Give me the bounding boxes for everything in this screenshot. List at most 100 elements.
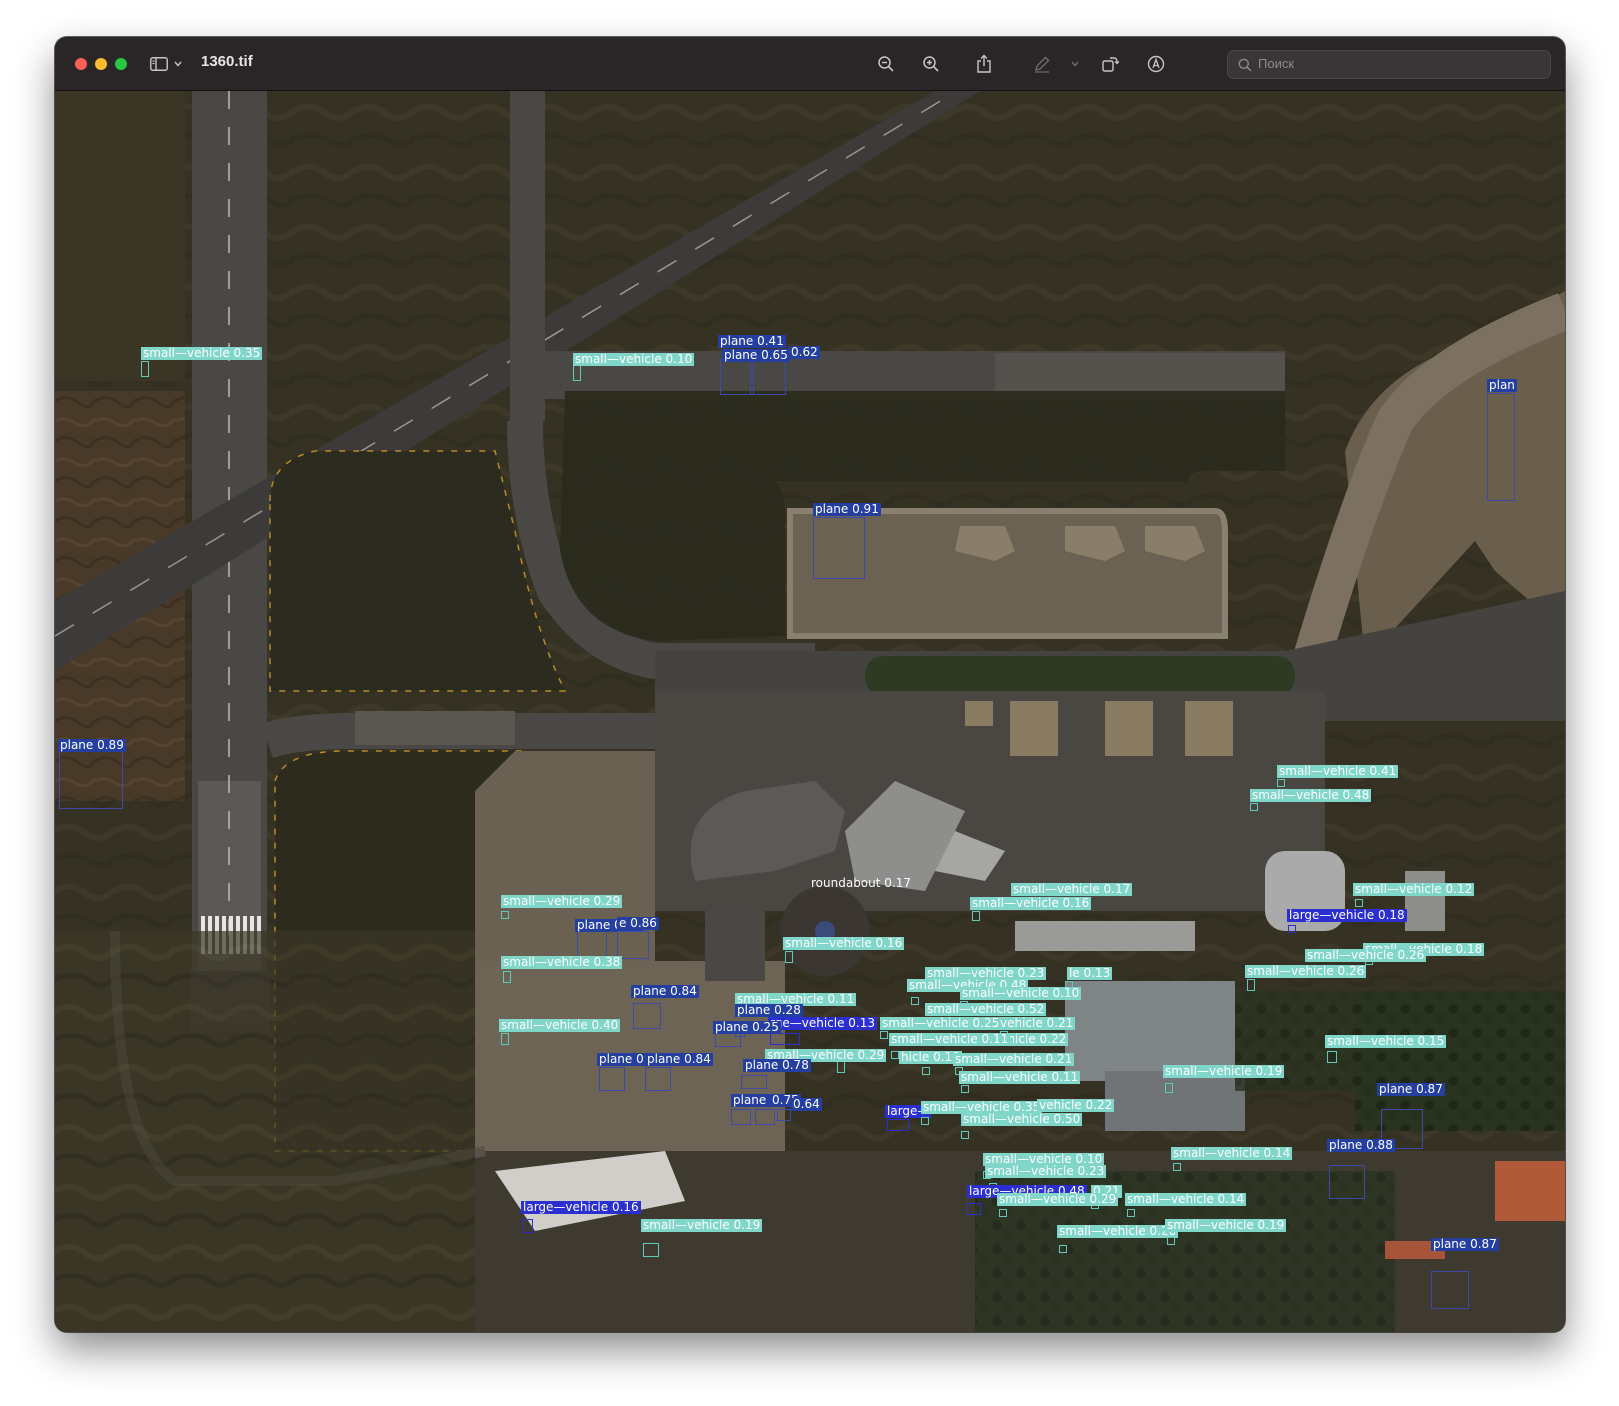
small-vehicle-detection-box: [891, 1051, 899, 1059]
plane-detection-label: 0.62: [789, 345, 820, 359]
small-vehicle-detection-label: small—vehicle 0.19: [1165, 1218, 1287, 1232]
small-vehicle-detection-label: small—vehicle 0.17: [1011, 882, 1133, 896]
zoom-window-button[interactable]: [115, 58, 127, 70]
small-vehicle-detection-label: small—vehicle 0.16: [970, 896, 1092, 910]
title-bar: 1360.tif Поиск: [55, 37, 1565, 91]
small-vehicle-detection-label: small—vehicle 0.11: [889, 1032, 1011, 1046]
small-vehicle-detection-box: [837, 1061, 845, 1073]
small-vehicle-detection-box: [785, 951, 793, 963]
small-vehicle-detection-box: [1127, 1209, 1135, 1217]
plane-detection-box: [720, 359, 754, 395]
plane-detection-box: [1329, 1165, 1365, 1199]
plane-detection-box: [617, 931, 649, 959]
small-vehicle-detection-label: small—vehicle 0.48: [1250, 788, 1372, 802]
annotate-icon[interactable]: [1145, 52, 1167, 76]
small-vehicle-detection-label: small—vehicle 0.19: [641, 1218, 763, 1232]
plane-detection-label: plane 0.89: [58, 738, 126, 752]
plane-detection-label: plane 0: [597, 1052, 646, 1066]
small-vehicle-detection-label: small—vehicle 0.35: [141, 346, 263, 360]
plane-detection-label: plane 0.87: [1431, 1237, 1499, 1251]
plane-detection-label: plane 0.78: [743, 1058, 811, 1072]
close-window-button[interactable]: [75, 58, 87, 70]
plane-detection-box: [750, 359, 786, 395]
small-vehicle-detection-box: [961, 1085, 969, 1093]
small-vehicle-detection-label: vehicle 0.22: [1037, 1098, 1115, 1112]
small-vehicle-detection-label: small—vehicle 0.26: [1245, 964, 1367, 978]
small-vehicle-detection-label: small—vehicle 0.15: [1325, 1034, 1447, 1048]
large-vehicle-detection-box: [887, 1119, 909, 1131]
search-icon: [1238, 57, 1252, 76]
small-vehicle-detection-label: small—vehicle 0.12: [1353, 882, 1475, 896]
plane-detection-label: plane 0.91: [813, 502, 881, 516]
small-vehicle-detection-box: [141, 361, 149, 377]
small-vehicle-detection-label: small—vehicle 0.19: [1163, 1064, 1285, 1078]
plane-detection-label: plane 0.88: [1327, 1138, 1395, 1152]
plane-detection-label: plane 0.65: [722, 348, 790, 362]
small-vehicle-detection-label: small—vehicle 0.50: [961, 1112, 1083, 1126]
small-vehicle-detection-box: [922, 1067, 930, 1075]
zoom-in-icon[interactable]: [920, 52, 942, 76]
small-vehicle-detection-box: [1247, 979, 1255, 991]
small-vehicle-detection-label: small—vehicle 0.38: [501, 955, 623, 969]
small-vehicle-detection-label: small—vehicle 0.52: [925, 1002, 1047, 1016]
rotate-icon[interactable]: [1099, 52, 1121, 76]
small-vehicle-detection-label: vehicle 0.21: [998, 1016, 1076, 1030]
small-vehicle-detection-box: [961, 1131, 969, 1139]
plane-detection-label: plane 0.41: [718, 334, 786, 348]
plane-detection-box: [741, 1075, 767, 1089]
small-vehicle-detection-label: small—vehicle 0.20: [1057, 1224, 1179, 1238]
small-vehicle-detection-box: [1059, 1245, 1067, 1253]
small-vehicle-detection-label: small—vehicle 0.41: [1277, 764, 1399, 778]
small-vehicle-detection-label: small—vehicle 0.26: [1305, 948, 1427, 962]
plane-detection-label: 0.64: [791, 1097, 822, 1111]
small-vehicle-detection-label: le 0.13: [1067, 966, 1113, 980]
plane-detection-label: plane 0.25: [713, 1020, 781, 1034]
plane-detection-box: [777, 1109, 791, 1121]
small-vehicle-detection-label: small—vehicle 0.10: [573, 352, 695, 366]
small-vehicle-detection-box: [1173, 1163, 1181, 1171]
plane-detection-box: [633, 1003, 661, 1029]
search-placeholder: Поиск: [1258, 56, 1295, 71]
plane-detection-label: e 0.86: [617, 916, 659, 930]
markup-pen-icon[interactable]: [1031, 52, 1053, 76]
small-vehicle-detection-label: small—vehicle 0.25: [880, 1016, 1002, 1030]
small-vehicle-detection-box: [1355, 899, 1363, 907]
small-vehicle-detection-box: [999, 1209, 1007, 1217]
small-vehicle-detection-box: [501, 911, 509, 919]
small-vehicle-detection-box: [503, 971, 511, 983]
sidebar-icon[interactable]: [148, 52, 170, 76]
large-vehicle-detection-label: large—vehicle 0.16: [521, 1200, 641, 1214]
small-vehicle-detection-box: [911, 997, 919, 1005]
small-vehicle-detection-label: small—vehicle 0.14: [1171, 1146, 1293, 1160]
large-vehicle-detection-label: rge—vehicle 0.13: [768, 1016, 877, 1030]
preview-window: 1360.tif Поиск small—vehicle 0.35 small—…: [55, 37, 1565, 1332]
window-title: 1360.tif: [201, 53, 253, 70]
small-vehicle-detection-label: small—vehicle 0.40: [499, 1018, 621, 1032]
plane-detection-label: plane 0.84: [645, 1052, 713, 1066]
large-vehicle-detection-box: [967, 1203, 981, 1215]
small-vehicle-detection-box: [573, 365, 581, 381]
roundabout-detection-label: roundabout 0.17: [811, 876, 911, 890]
large-vehicle-detection-box: [523, 1219, 533, 1233]
small-vehicle-detection-box: [1165, 1083, 1173, 1093]
small-vehicle-detection-box: [1250, 803, 1258, 811]
plane-detection-box: [715, 1033, 741, 1047]
share-icon[interactable]: [973, 52, 995, 76]
chevron-down-icon[interactable]: [172, 52, 184, 76]
small-vehicle-detection-box: [921, 1117, 929, 1125]
small-vehicle-detection-label: small—vehicle 0.23: [985, 1164, 1107, 1178]
plane-detection-box: [813, 517, 865, 579]
plane-detection-box: [59, 751, 123, 809]
zoom-out-icon[interactable]: [875, 52, 897, 76]
chevron-down-icon[interactable]: [1069, 52, 1081, 76]
small-vehicle-detection-box: [643, 1243, 659, 1257]
small-vehicle-detection-box: [972, 911, 980, 921]
large-vehicle-detection-box: [1288, 925, 1296, 933]
plane-detection-label: plan: [1487, 378, 1517, 392]
search-field[interactable]: Поиск: [1227, 50, 1551, 79]
small-vehicle-detection-label: small—vehicle 0.10: [960, 986, 1082, 1000]
minimize-window-button[interactable]: [95, 58, 107, 70]
small-vehicle-detection-box: [501, 1033, 509, 1045]
small-vehicle-detection-label: small—vehicle 0.16: [783, 936, 905, 950]
image-viewer[interactable]: small—vehicle 0.35 small—vehicle 0.10 plan…: [55, 91, 1565, 1332]
